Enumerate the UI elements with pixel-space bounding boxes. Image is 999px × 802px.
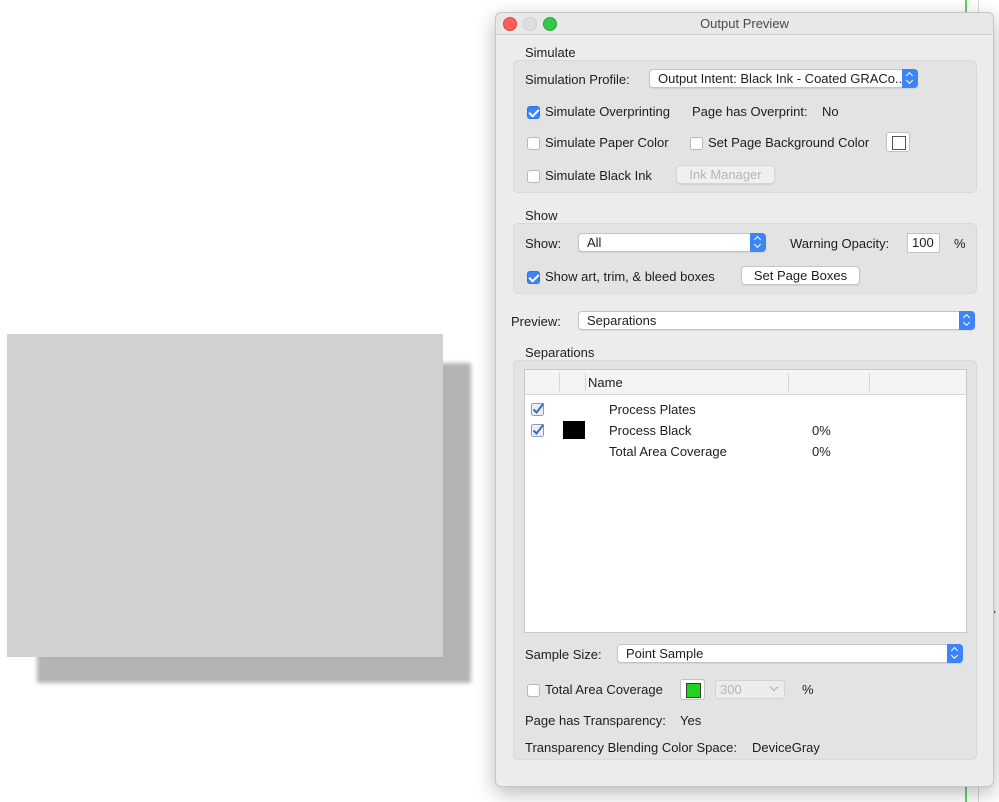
dialog-title: Output Preview (700, 16, 789, 31)
page-background-color-checkbox[interactable] (690, 137, 703, 150)
sample-size-value: Point Sample (626, 646, 704, 661)
sample-size-select[interactable]: Point Sample (617, 644, 963, 663)
table-row[interactable]: Process Black 0% (525, 420, 966, 441)
simulate-overprinting-checkbox[interactable] (527, 106, 540, 119)
chevron-updown-icon (902, 69, 918, 88)
warning-opacity-percent: % (954, 236, 966, 251)
column-divider (585, 373, 586, 391)
show-label: Show: (525, 236, 562, 251)
color-swatch-icon (686, 683, 701, 698)
column-divider (559, 373, 560, 391)
color-swatch-icon (892, 136, 906, 150)
checkmark-checkbox-icon[interactable] (531, 402, 545, 416)
show-boxes-checkbox[interactable] (527, 271, 540, 284)
page-background-color-swatch[interactable] (886, 132, 910, 152)
total-area-coverage-combo[interactable]: 300 (715, 680, 785, 699)
simulate-black-ink-checkbox[interactable] (527, 170, 540, 183)
set-page-boxes-button[interactable]: Set Page Boxes (741, 266, 860, 285)
table-row[interactable]: Total Area Coverage 0% (525, 441, 966, 462)
total-area-coverage-percent: % (802, 682, 814, 697)
simulate-overprinting-label: Simulate Overprinting (545, 104, 670, 119)
ink-manager-button[interactable]: Ink Manager (676, 165, 775, 184)
separations-heading: Separations (525, 345, 595, 360)
simulation-profile-label: Simulation Profile: (525, 72, 630, 87)
chevron-down-icon (769, 682, 779, 692)
preview-value: Separations (587, 313, 657, 328)
page-overprint-value: No (822, 104, 839, 119)
column-divider (788, 373, 789, 391)
checkmark-checkbox-icon[interactable] (531, 423, 545, 437)
sample-size-label: Sample Size: (525, 647, 602, 662)
page-transparency-label: Page has Transparency: (525, 713, 666, 728)
title-bar[interactable]: Output Preview (496, 13, 993, 35)
separations-group: Name Process Plates Process Black 0% Tot… (513, 360, 977, 760)
column-divider (869, 373, 870, 391)
simulate-group: Simulation Profile: Output Intent: Black… (513, 60, 977, 193)
show-boxes-label: Show art, trim, & bleed boxes (545, 269, 715, 284)
preview-label: Preview: (511, 314, 561, 329)
show-heading: Show (525, 208, 558, 223)
total-area-coverage-color-swatch[interactable] (680, 679, 705, 700)
total-area-coverage-checkbox[interactable] (527, 684, 540, 697)
simulate-heading: Simulate (525, 45, 576, 60)
page-background-color-label: Set Page Background Color (708, 135, 870, 150)
black-ink-swatch (563, 421, 585, 439)
chevron-updown-icon (750, 233, 766, 252)
table-header: Name (525, 370, 966, 395)
separation-value: 0% (812, 423, 831, 438)
separations-table: Name Process Plates Process Black 0% Tot… (524, 369, 967, 633)
warning-opacity-input[interactable]: 100 (907, 233, 940, 253)
simulate-paper-color-label: Simulate Paper Color (545, 135, 669, 150)
page-overprint-label: Page has Overprint: (692, 104, 808, 119)
table-row[interactable]: Process Plates (525, 399, 966, 420)
preview-select[interactable]: Separations (578, 311, 975, 330)
blending-space-label: Transparency Blending Color Space: (525, 740, 737, 755)
separation-name: Process Plates (609, 402, 696, 417)
separation-value: 0% (812, 444, 831, 459)
separation-name: Process Black (609, 423, 692, 438)
chevron-updown-icon (947, 644, 963, 663)
chevron-updown-icon (959, 311, 975, 330)
column-name-header[interactable]: Name (588, 375, 623, 390)
simulation-profile-value: Output Intent: Black Ink - Coated GRACo.… (658, 71, 906, 86)
simulate-paper-color-checkbox[interactable] (527, 137, 540, 150)
simulation-profile-select[interactable]: Output Intent: Black Ink - Coated GRACo.… (649, 69, 918, 88)
show-select[interactable]: All (578, 233, 766, 252)
simulate-black-ink-label: Simulate Black Ink (545, 168, 652, 183)
separation-name: Total Area Coverage (609, 444, 727, 459)
total-area-coverage-label: Total Area Coverage (545, 682, 663, 697)
document-page-preview (7, 334, 443, 657)
blending-space-value: DeviceGray (752, 740, 820, 755)
show-value: All (587, 235, 602, 250)
page-transparency-value: Yes (680, 713, 702, 728)
warning-opacity-label: Warning Opacity: (790, 236, 890, 251)
output-preview-dialog: Output Preview Simulate Simulation Profi… (495, 12, 994, 787)
total-area-coverage-value: 300 (720, 682, 742, 697)
show-group: Show: All Warning Opacity: 100 % Show ar… (513, 223, 977, 294)
